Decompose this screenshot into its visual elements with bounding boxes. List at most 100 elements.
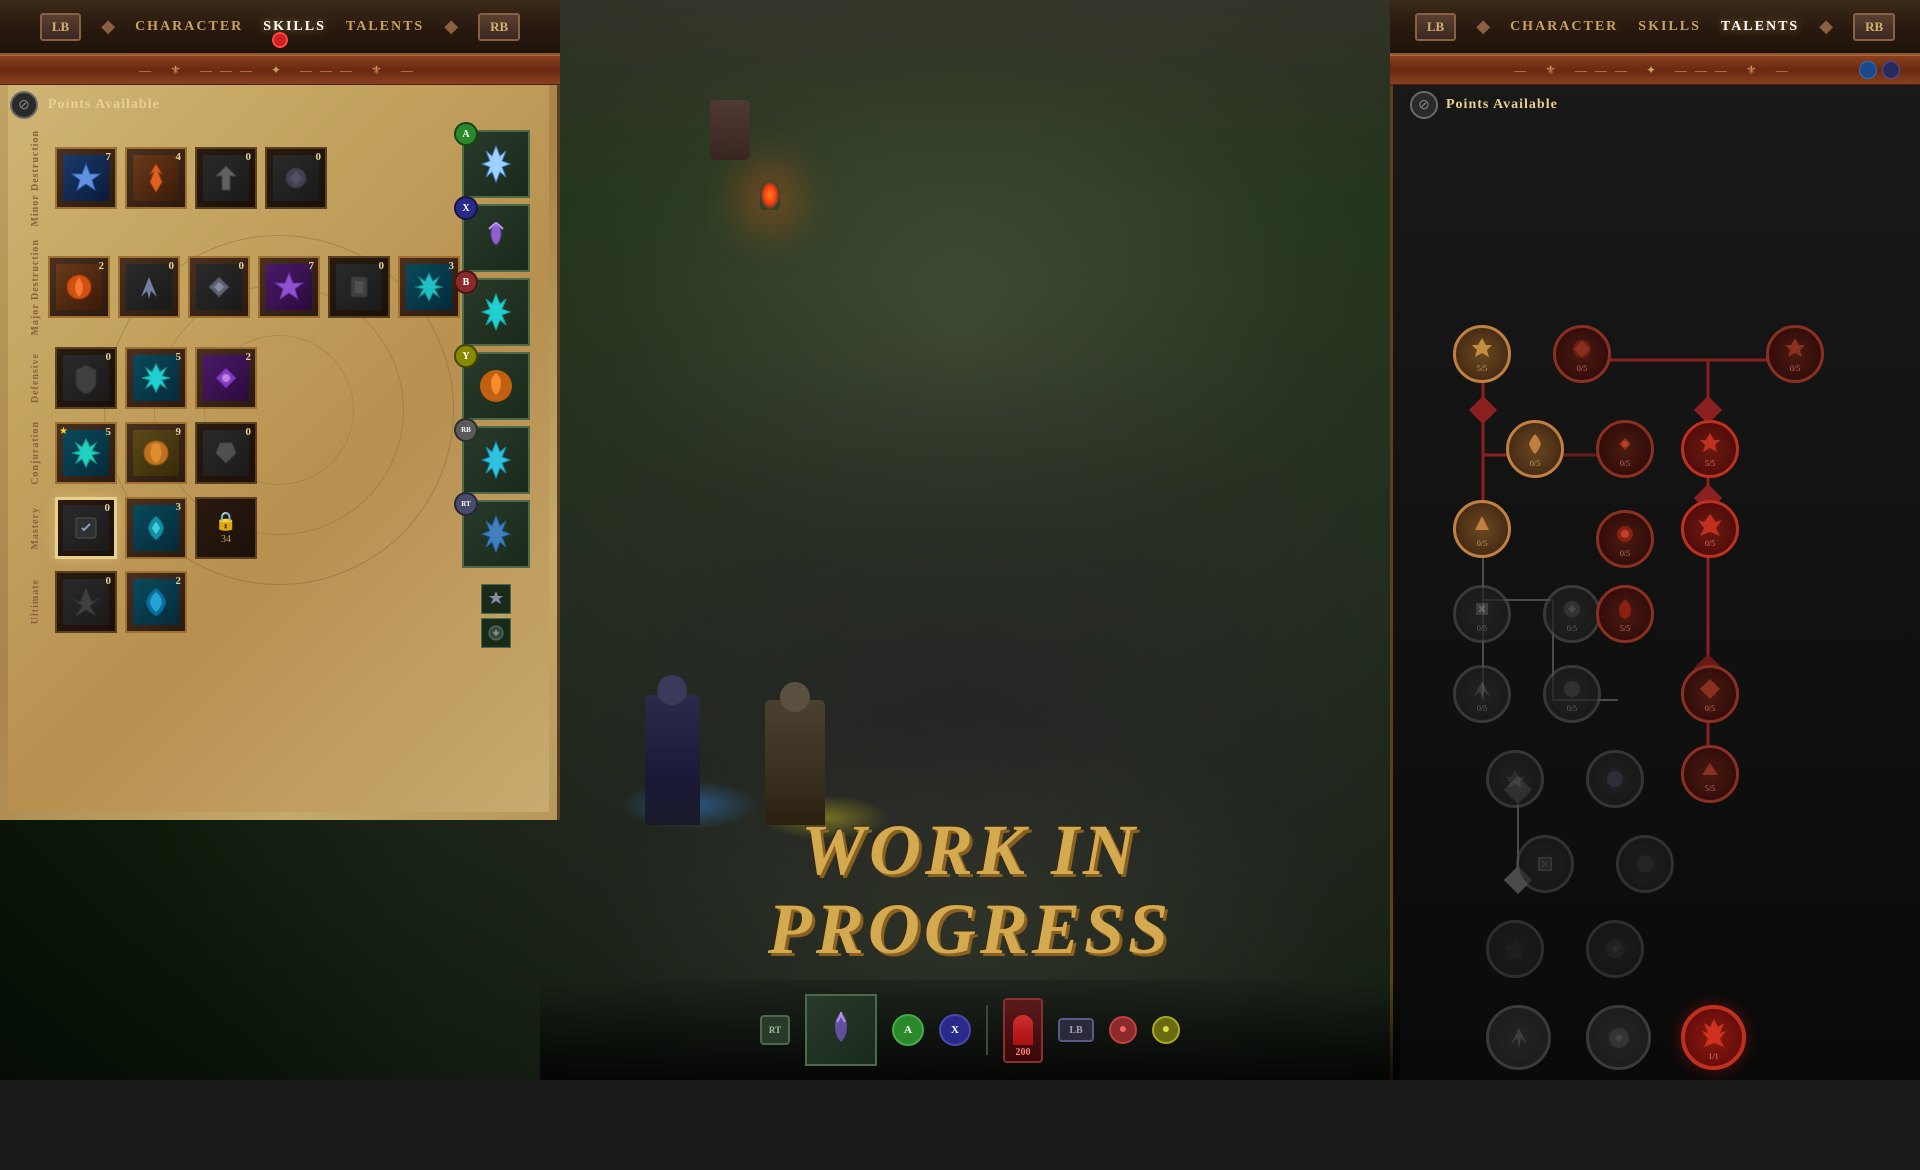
skill-icon-1-3 [266, 264, 312, 310]
extra-ability-top[interactable] [481, 584, 511, 614]
talent-node-ultimate[interactable]: 1/1 [1681, 1005, 1746, 1070]
no-points-icon-left: ⊘ [10, 91, 38, 119]
skill-slot-5-1[interactable]: 2 [125, 571, 187, 633]
skill-slot-5-0[interactable]: 0 [55, 571, 117, 633]
skill-row-mastery: Mastery 0 3 [30, 497, 460, 559]
talent-node-11[interactable]: 0/5 [1543, 585, 1601, 643]
skill-slot-1-0[interactable]: 2 [48, 256, 110, 318]
wip-overlay: WORK IN PROGRESS [540, 800, 1400, 980]
red-button-bottom[interactable]: ● [1109, 1016, 1137, 1044]
bottom-hud: RT A X 200 LB ● ● [540, 980, 1400, 1080]
skill-slot-1-4[interactable]: 0 [328, 256, 390, 318]
lb-button-right[interactable]: LB [1415, 13, 1456, 41]
talent-node-14[interactable]: 0/5 [1543, 665, 1601, 723]
row-label-major: Major Destruction [30, 239, 43, 336]
talent-node-5[interactable]: 0/5 [1596, 420, 1654, 478]
talent-node-22[interactable] [1586, 920, 1644, 978]
talent-node-8[interactable]: 0/5 [1596, 510, 1654, 568]
ability-slot-rt[interactable]: RT [462, 500, 530, 568]
ability-btn-rb: RB [454, 418, 478, 442]
talent-node-21[interactable] [1486, 920, 1544, 978]
talent-node-4[interactable]: 0/5 [1506, 420, 1564, 478]
talent-node-18[interactable]: 5/5 [1681, 745, 1739, 803]
skill-slot-1-5[interactable]: 3 [398, 256, 460, 318]
talent-node-15[interactable]: 0/5 [1681, 665, 1739, 723]
conjuration-slots: 5 ★ 9 0 [55, 422, 257, 484]
talent-node-24[interactable] [1586, 1005, 1651, 1070]
tab-talents-left[interactable]: TALENTS [346, 19, 424, 35]
talent-node-16[interactable] [1486, 750, 1544, 808]
tab-skills-left[interactable]: SKILLS [263, 19, 326, 35]
skill-count-1-2: 0 [239, 260, 245, 272]
points-header-left: ⊘ Points Available [10, 85, 550, 125]
row-label-defensive: Defensive [30, 353, 50, 403]
skill-slot-1-1[interactable]: 0 [118, 256, 180, 318]
skill-slot-3-1[interactable]: 9 [125, 422, 187, 484]
ability-slot-a[interactable]: A [462, 130, 530, 198]
skill-slot-0-2[interactable]: 0 [195, 147, 257, 209]
tab-talents-right[interactable]: TALENTS [1721, 19, 1799, 35]
skill-slot-2-2[interactable]: 2 [195, 347, 257, 409]
lb-button-bottom[interactable]: LB [1058, 1018, 1094, 1042]
lb-button-left[interactable]: LB [40, 13, 81, 41]
rb-button-left[interactable]: RB [478, 13, 520, 41]
skill-slot-2-1[interactable]: 5 [125, 347, 187, 409]
skill-slot-3-0[interactable]: 5 ★ [55, 422, 117, 484]
talent-node-3[interactable]: 0/5 [1766, 325, 1824, 383]
wip-line1: WORK IN [801, 810, 1139, 890]
talent-count-11: 0/5 [1567, 624, 1577, 633]
tab-skills-right[interactable]: SKILLS [1638, 19, 1701, 35]
health-flask[interactable]: 200 [1003, 998, 1043, 1063]
a-button-bottom[interactable]: A [892, 1014, 924, 1046]
ability-slot-y[interactable]: Y [462, 352, 530, 420]
skill-slot-1-2[interactable]: 0 [188, 256, 250, 318]
skill-slot-0-0[interactable]: 7 [55, 147, 117, 209]
rt-button-bottom[interactable]: RT [760, 1015, 790, 1045]
talent-node-23[interactable] [1486, 1005, 1551, 1070]
tab-character-right[interactable]: CHARACTER [1510, 19, 1618, 35]
x-button-bottom[interactable]: X [939, 1014, 971, 1046]
major-destruction-slots: 2 0 0 [48, 256, 460, 318]
skill-slot-0-3[interactable]: 0 [265, 147, 327, 209]
skill-row-conjuration: Conjuration 5 ★ 9 [30, 421, 460, 485]
skill-slot-4-0[interactable]: 0 [55, 497, 117, 559]
skill-slot-0-1[interactable]: 4 [125, 147, 187, 209]
talent-node-17[interactable] [1586, 750, 1644, 808]
skill-icon-1-5 [406, 264, 452, 310]
skill-slot-1-3[interactable]: 7 [258, 256, 320, 318]
talent-node-12[interactable]: 5/5 [1596, 585, 1654, 643]
skill-count-5-0: 0 [106, 575, 112, 587]
banner-ornament-left: — ⚜ ——— ✦ ——— ⚜ — [139, 63, 421, 78]
talent-node-7[interactable]: 0/5 [1453, 500, 1511, 558]
skill-slot-3-2[interactable]: 0 [195, 422, 257, 484]
skill-slot-4-2[interactable]: 🔒 34 [195, 497, 257, 559]
skills-content: Minor Destruction 7 4 [30, 130, 460, 810]
ability-btn-b: B [454, 270, 478, 294]
tab-character-left[interactable]: CHARACTER [135, 19, 243, 35]
skill-slot-2-0[interactable]: 0 [55, 347, 117, 409]
skill-row-defensive: Defensive 0 5 [30, 347, 460, 409]
talent-node-2[interactable]: 0/5 [1553, 325, 1611, 383]
skill-count-5-1: 2 [176, 575, 182, 587]
talent-node-13[interactable]: 0/5 [1453, 665, 1511, 723]
skill-icon-3-0 [63, 430, 109, 476]
talent-node-6[interactable]: 5/5 [1681, 420, 1739, 478]
talent-node-1[interactable]: 5/5 [1453, 325, 1511, 383]
talent-node-20[interactable] [1616, 835, 1674, 893]
extra-ability-bottom[interactable] [481, 618, 511, 648]
skill-icon-0-2 [203, 155, 249, 201]
ability-slot-x[interactable]: X [462, 204, 530, 272]
ability-icon-y [471, 361, 521, 411]
skill-icon-0-3 [273, 155, 319, 201]
ability-slot-rb[interactable]: RB [462, 426, 530, 494]
ability-slot-b[interactable]: B [462, 278, 530, 346]
skill-icon-1-4 [336, 264, 382, 310]
nav-separator-r1: ◆ [1476, 16, 1490, 37]
talent-node-19[interactable] [1516, 835, 1574, 893]
talent-node-9[interactable]: 0/5 [1681, 500, 1739, 558]
active-ability-bottom[interactable] [805, 994, 877, 1066]
rb-button-right[interactable]: RB [1853, 13, 1895, 41]
talent-node-10[interactable]: 0/5 [1453, 585, 1511, 643]
skill-slot-4-1[interactable]: 3 [125, 497, 187, 559]
yellow-button-bottom[interactable]: ● [1152, 1016, 1180, 1044]
